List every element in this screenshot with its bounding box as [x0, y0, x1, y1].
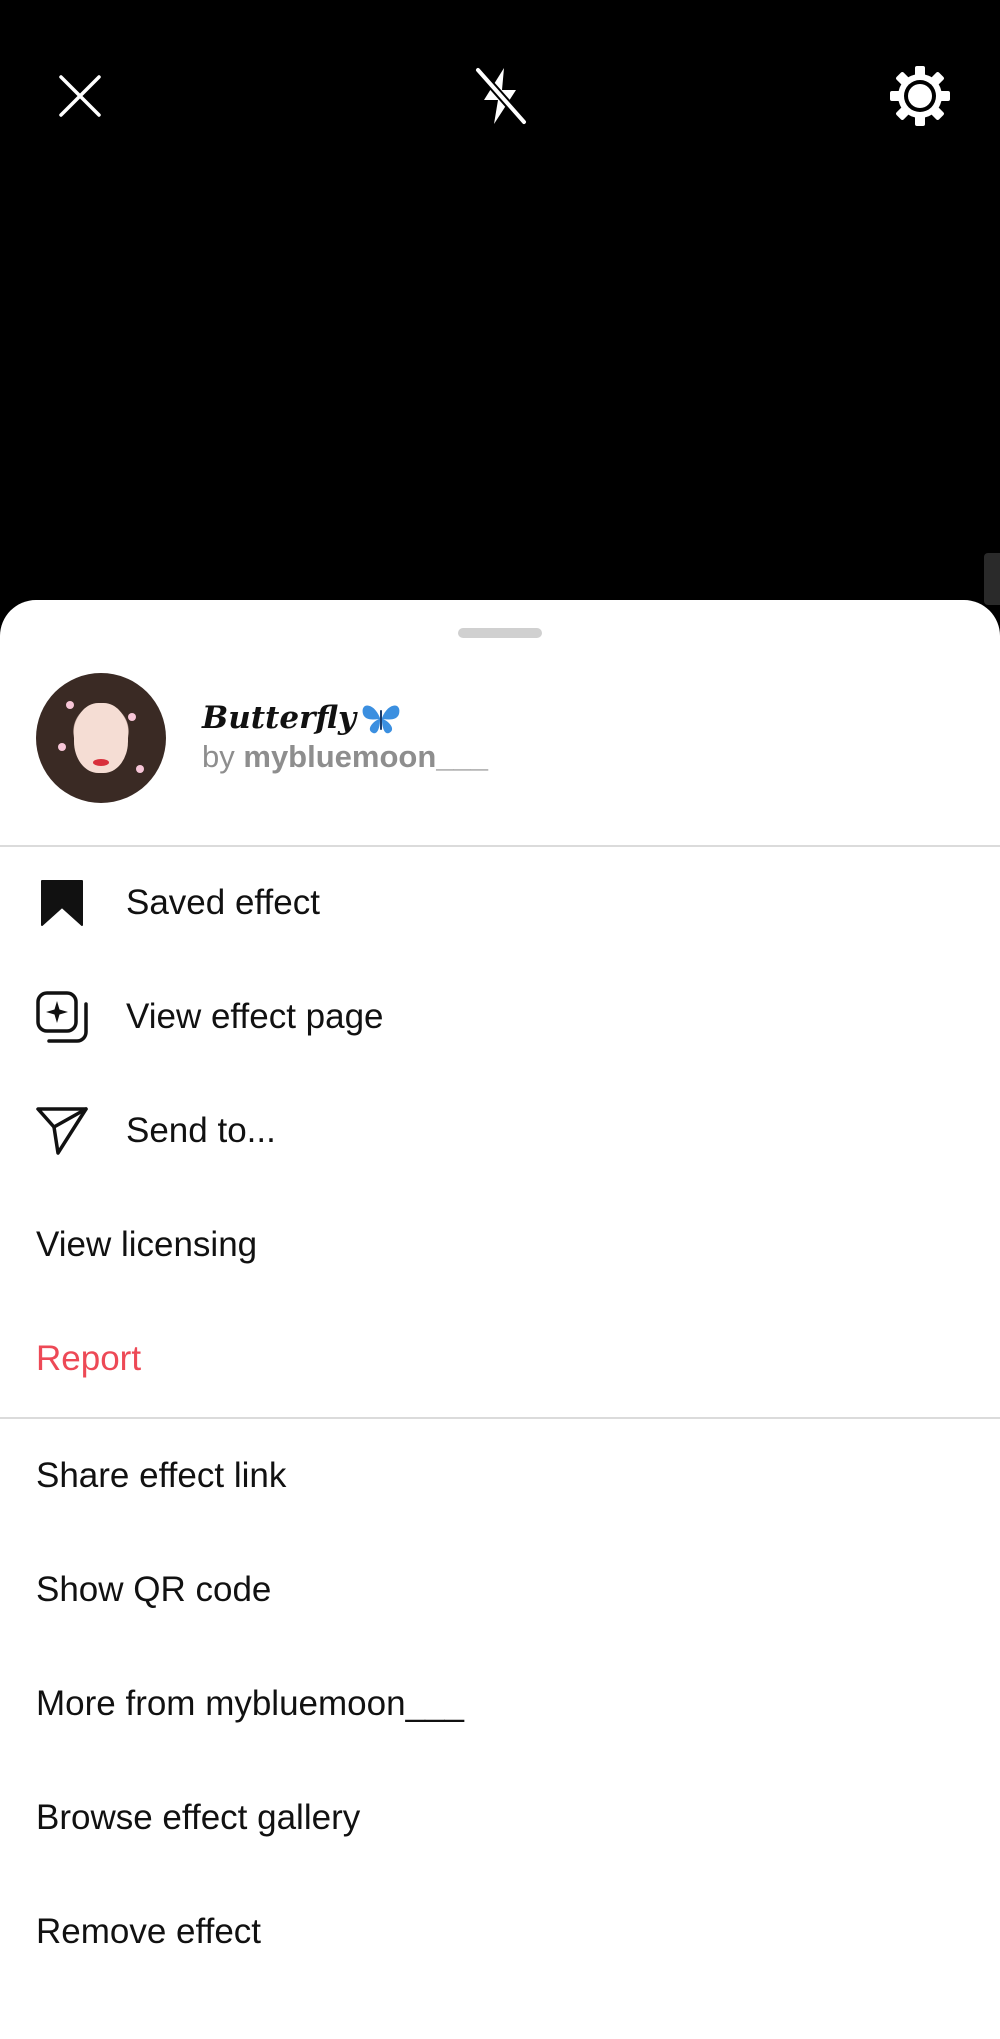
sheet-grabber[interactable] [458, 628, 542, 638]
flash-toggle-button[interactable] [462, 60, 538, 136]
saved-effect-button[interactable]: Saved effect [0, 846, 1000, 960]
bookmark-filled-icon [34, 875, 90, 931]
share-effect-link-button[interactable]: Share effect link [0, 1419, 1000, 1533]
scroll-indicator [984, 553, 1000, 605]
close-icon [55, 71, 105, 126]
settings-icon [888, 64, 952, 133]
camera-viewfinder [0, 0, 1000, 620]
author-username[interactable]: mybluemoon___ [243, 739, 488, 774]
settings-button[interactable] [882, 60, 958, 136]
browse-effect-gallery-button[interactable]: Browse effect gallery [0, 1761, 1000, 1875]
flash-off-icon [470, 64, 530, 133]
remove-effect-button[interactable]: Remove effect [0, 1875, 1000, 1989]
camera-screen: Butterfly by mybluemoon___ Saved effect … [0, 0, 1000, 2039]
more-from-creator-button[interactable]: More from mybluemoon___ [0, 1647, 1000, 1761]
view-effect-page-button[interactable]: View effect page [0, 960, 1000, 1074]
report-button[interactable]: Report [0, 1302, 1000, 1416]
butterfly-icon [360, 700, 402, 736]
effect-info: Butterfly by mybluemoon___ [202, 699, 488, 777]
effect-header[interactable]: Butterfly by mybluemoon___ [36, 672, 964, 804]
send-to-button[interactable]: Send to... [0, 1074, 1000, 1188]
effect-author: by mybluemoon___ [202, 739, 488, 774]
paper-plane-icon [34, 1103, 90, 1159]
creator-avatar [36, 673, 166, 803]
show-qr-code-button[interactable]: Show QR code [0, 1533, 1000, 1647]
view-licensing-button[interactable]: View licensing [0, 1188, 1000, 1302]
effect-page-icon [34, 989, 90, 1045]
close-button[interactable] [42, 60, 118, 136]
effect-options-sheet: Butterfly by mybluemoon___ Saved effect … [0, 600, 1000, 2039]
effect-title: Butterfly [202, 699, 488, 737]
